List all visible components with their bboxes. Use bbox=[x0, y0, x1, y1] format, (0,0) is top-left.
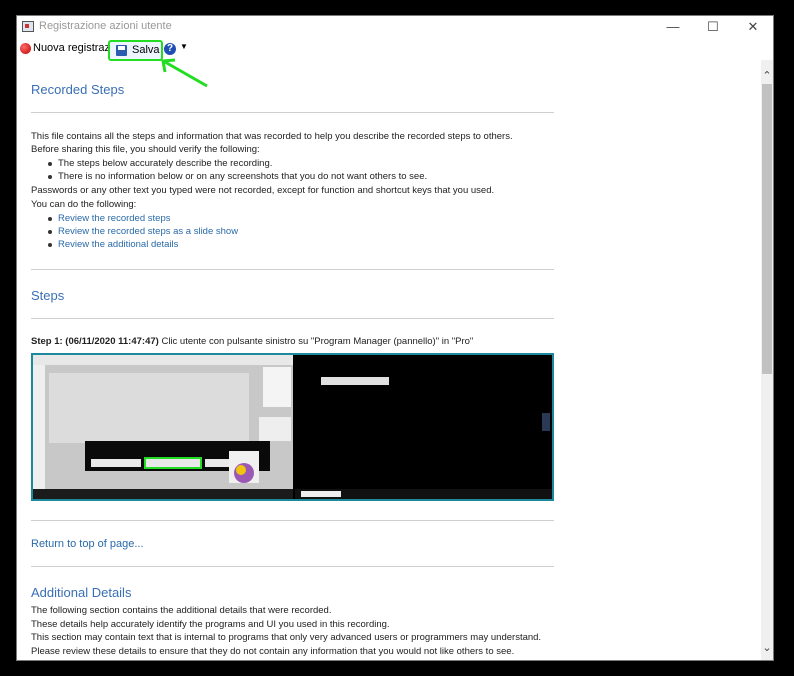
app-icon bbox=[22, 21, 34, 32]
details-text: Please review these details to ensure th… bbox=[31, 646, 515, 657]
maximize-button[interactable]: ☐ bbox=[693, 16, 733, 38]
screenshot-thumbnail bbox=[33, 355, 552, 499]
intro-text: This file contains all the steps and inf… bbox=[31, 131, 513, 142]
help-icon[interactable]: ? bbox=[164, 43, 176, 55]
report-content: Recorded Steps This file contains all th… bbox=[17, 60, 761, 660]
steps-heading: Steps bbox=[31, 288, 65, 303]
check-item: There is no information below or on any … bbox=[47, 171, 428, 182]
details-text: The following section contains the addit… bbox=[31, 605, 332, 616]
window-title: Registrazione azioni utente bbox=[39, 20, 172, 32]
toolbar: Nuova registrazione Salva ? ▼ bbox=[17, 38, 773, 61]
step-1-caption: Step 1: (06/11/2020 11:47:47) Clic utent… bbox=[31, 336, 473, 347]
dropdown-arrow-icon[interactable]: ▼ bbox=[180, 42, 188, 51]
review-details-link[interactable]: Review the additional details bbox=[47, 239, 178, 250]
review-slideshow-link[interactable]: Review the recorded steps as a slide sho… bbox=[47, 226, 238, 237]
additional-details-heading: Additional Details bbox=[31, 585, 132, 600]
app-window: Registrazione azioni utente — ☐ ✕ Nuova … bbox=[16, 15, 774, 661]
divider bbox=[31, 566, 554, 567]
minimize-button[interactable]: — bbox=[653, 16, 693, 38]
save-button[interactable]: Salva bbox=[108, 40, 163, 61]
step-1-description: Clic utente con pulsante sinistro su "Pr… bbox=[161, 336, 474, 347]
details-text: This section may contain text that is in… bbox=[31, 632, 542, 643]
close-button[interactable]: ✕ bbox=[733, 16, 773, 38]
scroll-thumb[interactable] bbox=[762, 84, 772, 374]
vertical-scrollbar[interactable]: ⌃ ⌄ bbox=[761, 60, 773, 660]
recorded-steps-heading: Recorded Steps bbox=[31, 82, 125, 97]
step-1-screenshot[interactable] bbox=[31, 353, 554, 501]
divider bbox=[31, 520, 554, 521]
return-to-top-link[interactable]: Return to top of page... bbox=[31, 538, 144, 550]
divider bbox=[31, 318, 554, 319]
verify-text: Before sharing this file, you should ver… bbox=[31, 144, 260, 155]
details-text: These details help accurately identify t… bbox=[31, 619, 390, 630]
review-steps-link[interactable]: Review the recorded steps bbox=[47, 213, 170, 224]
scroll-down-icon[interactable]: ⌄ bbox=[761, 642, 773, 654]
can-do-text: You can do the following: bbox=[31, 199, 137, 210]
save-label: Salva bbox=[132, 44, 160, 56]
divider bbox=[31, 112, 554, 113]
scroll-up-icon[interactable]: ⌃ bbox=[761, 70, 773, 82]
check-item: The steps below accurately describe the … bbox=[47, 158, 273, 169]
divider bbox=[31, 269, 554, 270]
floppy-icon bbox=[116, 45, 127, 56]
record-icon[interactable] bbox=[20, 43, 31, 54]
passwords-text: Passwords or any other text you typed we… bbox=[31, 185, 495, 196]
step-1-label: Step 1: (06/11/2020 11:47:47) bbox=[31, 336, 159, 347]
title-bar[interactable]: Registrazione azioni utente — ☐ ✕ bbox=[17, 16, 773, 38]
